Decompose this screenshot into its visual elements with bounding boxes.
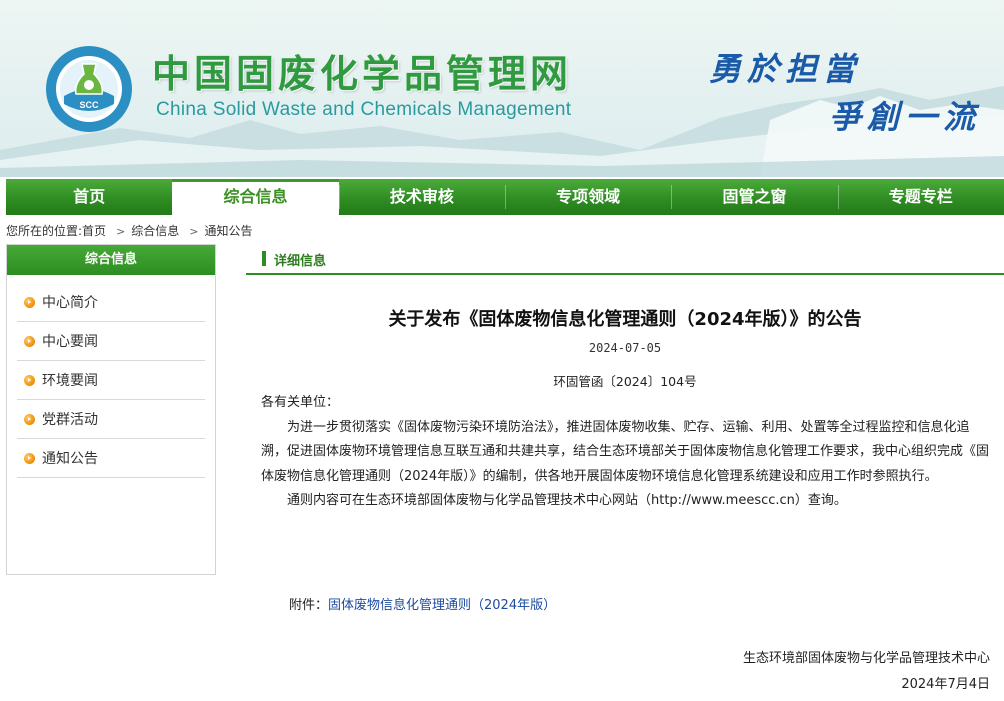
signature-organization: 生态环境部固体废物与化学品管理技术中心 [742, 651, 990, 666]
sidebar-item-party-activities[interactable]: 党群活动 [17, 400, 205, 439]
site-title-en: China Solid Waste and Chemicals Manageme… [156, 99, 572, 120]
sidebar-item-label: 通知公告 [42, 451, 98, 467]
article-paragraph: 通则内容可在生态环境部固体废物与化学品管理技术中心网站（http://www.m… [287, 493, 847, 508]
bullet-arrow-icon [24, 335, 35, 347]
bullet-arrow-icon [24, 413, 35, 425]
article-paragraph: 为进一步贯彻落实《固体废物污染环境防治法》，推进固体废物收集、贮存、运输、利用、… [261, 419, 990, 484]
sidebar-item-label: 党群活动 [42, 412, 98, 428]
article-title: 关于发布《固体废物信息化管理通则（2024年版）》的公告 [388, 309, 862, 330]
nav-item-special-fields[interactable]: 专项领域 [504, 179, 671, 215]
bullet-arrow-icon [24, 374, 35, 386]
slogan-line-1: 勇於担當 [709, 50, 862, 88]
section-label: 详细信息 [274, 254, 327, 269]
sidebar-item-label: 中心简介 [42, 295, 98, 311]
attachment: 附件：固体废物信息化管理通则（2024年版） [289, 594, 556, 613]
section-marker [262, 251, 266, 266]
sidebar-title: 综合信息 [7, 245, 215, 275]
signature-date: 2024年7月4日 [901, 677, 990, 692]
sidebar-item-label: 环境要闻 [42, 373, 98, 389]
sidebar-menu: 中心简介 中心要闻 环境要闻 党群活动 通知公告 [7, 283, 215, 478]
breadcrumb-link-general-info[interactable]: 综合信息 [131, 222, 179, 239]
logo-text: SCC [79, 100, 99, 110]
breadcrumb-link-notices[interactable]: 通知公告 [205, 222, 253, 239]
breadcrumb-prefix: 您所在的位置: [6, 224, 83, 238]
chevron-right-icon: > [189, 225, 199, 238]
article-date: 2024-07-05 [588, 341, 662, 355]
nav-item-management-window[interactable]: 固管之窗 [671, 179, 837, 215]
sidebar-item-center-news[interactable]: 中心要闻 [17, 322, 205, 361]
attachment-link[interactable]: 固体废物信息化管理通则（2024年版） [328, 598, 556, 613]
sidebar-item-center-intro[interactable]: 中心简介 [17, 283, 205, 322]
sidebar: 综合信息 中心简介 中心要闻 环境要闻 党群活动 通知公告 [6, 244, 216, 575]
site-title-cn: 中国固废化学品管理网 [152, 51, 573, 96]
sidebar-item-notices[interactable]: 通知公告 [17, 439, 205, 478]
article-doc-number: 环固管函〔2024〕104号 [553, 374, 697, 389]
nav-item-home[interactable]: 首页 [6, 179, 172, 215]
chevron-right-icon: > [116, 225, 126, 238]
attachment-prefix: 附件： [289, 598, 329, 613]
sidebar-item-label: 中心要闻 [42, 334, 98, 350]
bullet-arrow-icon [24, 296, 35, 308]
nav-item-topics[interactable]: 专题专栏 [837, 179, 1004, 215]
article-body: 各有关单位： 为进一步贯彻落实《固体废物污染环境防治法》，推进固体废物收集、贮存… [261, 391, 993, 514]
site-banner: SCC 中国固废化学品管理网 China Solid Waste and Che… [0, 0, 1004, 177]
main-nav: 首页 综合信息 技术审核 专项领域 固管之窗 专题专栏 [6, 179, 1004, 215]
content-section-header: 详细信息 [246, 248, 1004, 275]
bullet-arrow-icon [24, 452, 35, 464]
breadcrumb-link-home[interactable]: 首页 [82, 222, 106, 239]
nav-item-tech-review[interactable]: 技术审核 [338, 179, 505, 215]
scc-logo-icon: SCC [46, 46, 132, 132]
slogan-line-2: 爭創一流 [829, 98, 982, 136]
sidebar-item-environment-news[interactable]: 环境要闻 [17, 361, 205, 400]
nav-item-general-info[interactable]: 综合信息 [172, 179, 339, 215]
article-salutation: 各有关单位： [261, 395, 340, 410]
breadcrumb: 您所在的位置:首页 > 综合信息 > 通知公告 [6, 222, 253, 239]
